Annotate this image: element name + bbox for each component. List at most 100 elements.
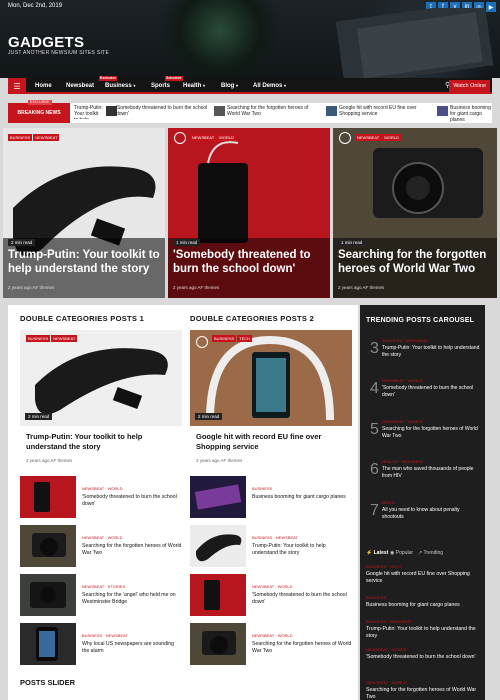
list-title[interactable]: Searching for the 'angel' who held me on… [82, 592, 182, 606]
hero-meta: 2 years ago AF themes [8, 285, 55, 290]
list-cat[interactable]: NEWSBEAT · WORLD [82, 486, 123, 491]
ticker-item-3[interactable]: Google hit with record EU fine over Shop… [339, 105, 434, 117]
double1-featured-image[interactable]: BUSINESS NEWSBEAT 2 min read [20, 330, 182, 426]
list-thumb[interactable] [20, 574, 76, 616]
latest-cat[interactable]: BUSINESS · TECH [366, 564, 401, 569]
latest-title[interactable]: Searching for the forgotten heroes of Wo… [366, 687, 481, 700]
double1-featured-title[interactable]: Trump-Putin: Your toolkit to help unders… [26, 432, 176, 452]
trend-title[interactable]: Trump-Putin: Your toolkit to help unders… [382, 345, 482, 359]
list-thumb[interactable] [190, 525, 246, 567]
list-title[interactable]: 'Somebody threatened to burn the school … [252, 592, 352, 606]
latest-cat[interactable]: BUSINESS [366, 595, 386, 600]
trend-cat[interactable]: HEALTH · NEWSBEAT [382, 459, 423, 464]
latest-cat[interactable]: NEWSBEAT · WORLD [366, 647, 407, 652]
list-title[interactable]: Why local US newspapers are sounding the… [82, 641, 182, 655]
tab-latest[interactable]: ⚡ Latest [366, 550, 388, 556]
site-tagline: JUST ANOTHER NEWSIUM SITES SITE [8, 50, 110, 56]
list-thumb[interactable] [190, 574, 246, 616]
hero-cat[interactable]: NEWSBEAT [355, 134, 382, 141]
trend-number: 6 [370, 461, 379, 478]
post-cat[interactable]: BUSINESS [26, 335, 51, 342]
list-thumb[interactable] [190, 476, 246, 518]
list-cat[interactable]: NEWSBEAT · STORIES [82, 584, 125, 589]
list-title[interactable]: Business booming for giant cargo planes [252, 494, 352, 501]
double2-featured-title[interactable]: Google hit with record EU fine over Shop… [196, 432, 346, 452]
trend-title[interactable]: 'Somebody threatened to burn the school … [382, 385, 482, 399]
headphones-phone-image [190, 330, 352, 426]
double2-featured-image[interactable]: BUSINESS TECH 2 min read [190, 330, 352, 426]
nav-blog-label: Blog [221, 83, 235, 89]
list-cat[interactable]: NEWSBEAT · WORLD [252, 633, 293, 638]
latest-cat[interactable]: NEWSBEAT · WORLD [366, 680, 407, 685]
list-thumb[interactable] [20, 476, 76, 518]
latest-title[interactable]: 'Somebody threatened to burn the school … [366, 654, 481, 661]
trend-number: 7 [370, 502, 379, 519]
video-icon [196, 336, 208, 348]
trend-cat[interactable]: BUSINESS · NEWSBEAT [382, 338, 428, 343]
nav-newsbeat[interactable]: Newsbeat [66, 78, 94, 94]
hero-cat[interactable]: NEWSBEAT [33, 134, 60, 141]
header-background-devices [335, 8, 494, 78]
hero-title[interactable]: 'Somebody threatened to burn the school … [173, 248, 330, 276]
hero-cat[interactable]: NEWSBEAT [190, 134, 217, 141]
ticker-item-1[interactable]: 'Somebody threatened to burn the school … [116, 105, 211, 117]
section-title-double-2: DOUBLE CATEGORIES POSTS 2 [190, 314, 315, 323]
hero-card-1[interactable]: NEWSBEAT WORLD 1 min read 'Somebody threa… [168, 128, 330, 298]
latest-title[interactable]: Trump-Putin: Your toolkit to help unders… [366, 626, 481, 640]
nav-sports[interactable]: Sports Schedule [151, 76, 183, 94]
nav-home[interactable]: Home [35, 78, 52, 94]
tab-popular[interactable]: ◉ Popular [390, 550, 413, 556]
hero-card-0[interactable]: BUSINESS NEWSBEAT 2 min read Trump-Putin:… [3, 128, 165, 298]
list-cat[interactable]: BUSINESS · NEWSBEAT [252, 535, 298, 540]
post-cat[interactable]: BUSINESS [212, 335, 237, 342]
trend-title[interactable]: All you need to know about penalty shoot… [382, 507, 482, 521]
list-title[interactable]: Searching for the forgotten heroes of Wo… [252, 641, 352, 655]
list-cat[interactable]: BUSINESS [252, 486, 272, 491]
latest-cat[interactable]: BUSINESS · NEWSBEAT [366, 619, 412, 624]
nav-blog[interactable]: Blog ▾ [221, 78, 238, 94]
hero-title[interactable]: Searching for the forgotten heroes of Wo… [338, 248, 496, 276]
trend-cat[interactable]: NEWSBEAT · WORLD [382, 378, 423, 383]
tab-trending-label: Trending [423, 550, 444, 556]
latest-title[interactable]: Google hit with record EU fine over Shop… [366, 571, 481, 585]
trend-cat[interactable]: NEWS [382, 500, 394, 505]
nav-sports-badge: Schedule [165, 76, 183, 81]
site-header: Mon, Dec 2nd, 2019 t f v in ◎ ▶ GADGETS … [0, 0, 500, 78]
nav-business-label: Business [105, 83, 132, 89]
ticker-item-0[interactable]: Trump-Putin: Your toolkit to help unders… [74, 105, 104, 119]
nav-health[interactable]: Health ▾ [183, 78, 205, 94]
trend-title[interactable]: Searching for the forgotten heroes of Wo… [382, 426, 482, 440]
watch-online-button[interactable]: Watch Online [449, 80, 490, 92]
nav-business[interactable]: Business ▾ Exclusive [99, 76, 135, 94]
trend-title[interactable]: The man who saved thousands of people fr… [382, 466, 482, 480]
list-thumb[interactable] [20, 623, 76, 665]
home-icon[interactable]: ☰ [8, 78, 26, 94]
post-cat[interactable]: NEWSBEAT [51, 335, 78, 342]
hero-meta: 2 years ago AF themes [338, 285, 385, 290]
hero-cat[interactable]: BUSINESS [8, 134, 33, 141]
hero-title[interactable]: Trump-Putin: Your toolkit to help unders… [8, 248, 165, 276]
list-title[interactable]: 'Somebody threatened to burn the school … [82, 494, 182, 508]
ticker-item-2[interactable]: Searching for the forgotten heroes of Wo… [227, 105, 322, 117]
nav-all-demos[interactable]: All Demos ▾ [253, 78, 286, 94]
latest-title[interactable]: Business booming for giant cargo planes [366, 602, 481, 609]
hero-cat[interactable]: WORLD [217, 134, 237, 141]
list-cat[interactable]: NEWSBEAT · WORLD [252, 584, 293, 589]
list-cat[interactable]: BUSINESS · NEWSBEAT [82, 633, 128, 638]
list-title[interactable]: Searching for the forgotten heroes of Wo… [82, 543, 182, 557]
post-cat[interactable]: TECH [237, 335, 253, 342]
list-thumb[interactable] [20, 525, 76, 567]
read-time: 1 min read [338, 239, 366, 246]
hero-card-2[interactable]: NEWSBEAT WORLD 1 min read Searching for t… [333, 128, 497, 298]
list-title[interactable]: Trump-Putin: Your toolkit to help unders… [252, 543, 352, 557]
trend-number: 5 [370, 421, 379, 438]
site-logo[interactable]: GADGETS [8, 34, 84, 51]
ticker-item-4[interactable]: Business booming for giant cargo planes [450, 105, 492, 123]
trend-cat[interactable]: NEWSBEAT · WORLD [382, 419, 423, 424]
hero-cat[interactable]: WORLD [382, 134, 402, 141]
tab-trending[interactable]: ↗ Trending [418, 550, 443, 556]
tab-latest-label: Latest [373, 550, 389, 556]
list-cat[interactable]: NEWSBEAT · WORLD [82, 535, 123, 540]
section-title-double-1: DOUBLE CATEGORIES POSTS 1 [20, 314, 145, 323]
list-thumb[interactable] [190, 623, 246, 665]
